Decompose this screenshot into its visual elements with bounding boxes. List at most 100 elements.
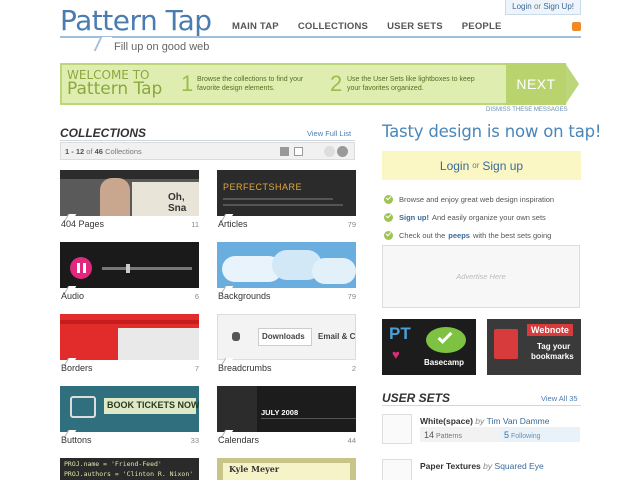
grid-view-icon[interactable] <box>280 147 289 156</box>
set-patterns-label: Patterns <box>435 433 463 440</box>
top-signup-link[interactable]: Sign Up! <box>543 2 574 11</box>
promo-webnote-title: Webnote <box>527 324 573 336</box>
card-count: 33 <box>190 436 199 445</box>
user-set-row[interactable]: White(space) by Tim Van Damme 14 Pattern… <box>382 414 581 454</box>
collection-thumb <box>217 242 356 288</box>
card-label[interactable]: Buttons <box>61 435 92 445</box>
thumb-text: PERFECTSHARE <box>223 182 303 192</box>
set-patterns: 14 Patterns <box>420 427 500 442</box>
step2-number: 2 <box>330 71 343 96</box>
bullet-pre-text: Check out the <box>399 231 446 240</box>
thumb-text: JULY 2008 <box>261 408 299 417</box>
collection-card[interactable]: Borders 7 <box>60 314 199 374</box>
collection-card[interactable]: Downloads Email & C Breadcrumbs 2 <box>217 314 356 374</box>
card-label[interactable]: Backgrounds <box>218 291 271 301</box>
collection-thumb: Kyle Meyer <box>217 458 356 480</box>
nav-people[interactable]: PEOPLE <box>462 21 502 32</box>
nav-main-tap[interactable]: MAIN TAP <box>232 21 279 32</box>
set-by: by <box>483 461 493 471</box>
collection-card[interactable]: Kyle Meyer <box>217 458 356 480</box>
card-label[interactable]: Audio <box>61 291 84 301</box>
card-label[interactable]: Articles <box>218 219 248 229</box>
card-count: 44 <box>347 436 356 445</box>
card-label[interactable]: Borders <box>61 363 93 373</box>
nav-collections[interactable]: COLLECTIONS <box>298 21 368 32</box>
pager-total-label: Collections <box>105 147 142 156</box>
set-title-line: Paper Textures by Squared Eye <box>420 461 544 471</box>
card-label[interactable]: Calendars <box>218 435 259 445</box>
set-patterns-count: 14 <box>424 430 435 440</box>
thumb-text: Kyle Meyer <box>229 464 280 474</box>
view-full-list-link[interactable]: View Full List <box>307 129 351 138</box>
nav-user-sets[interactable]: USER SETS <box>387 21 443 32</box>
card-count: 7 <box>194 364 199 373</box>
bullet-text: Browse and enjoy great web design inspir… <box>399 195 555 204</box>
card-count: 2 <box>351 364 356 373</box>
notebook-icon <box>494 329 518 359</box>
collection-card[interactable]: BOOK TICKETS NOW Buttons 33 <box>60 386 199 446</box>
set-author[interactable]: Tim Van Damme <box>487 416 550 426</box>
feature-bullet: Check out the peeps with the best sets g… <box>384 231 551 240</box>
apple-icon <box>232 332 240 341</box>
next-page-icon[interactable] <box>337 146 348 157</box>
collection-card[interactable]: Oh, Sna 404 Pages 11 <box>60 170 199 230</box>
set-title[interactable]: White(space) <box>420 416 473 426</box>
thumb-text: BOOK TICKETS NOW <box>107 400 199 410</box>
cart-icon <box>70 396 96 418</box>
welcome-line2: Pattern Tap <box>67 79 163 99</box>
card-label[interactable]: Breadcrumbs <box>218 363 272 373</box>
set-thumb <box>382 459 412 480</box>
collection-card[interactable]: Audio 6 <box>60 242 199 302</box>
dismiss-link[interactable]: DISMISS THESE MESSAGES <box>486 107 568 113</box>
set-title[interactable]: Paper Textures <box>420 461 481 471</box>
promo-pt-text: PT <box>389 324 411 343</box>
hero-heading: Tasty design is now on tap! <box>382 122 602 141</box>
view-all-sets-link[interactable]: View All 35 <box>541 394 578 403</box>
card-label[interactable]: 404 Pages <box>61 219 104 229</box>
webnote-promo[interactable]: Webnote Tag your bookmarks <box>487 319 581 375</box>
collection-thumb <box>60 242 199 288</box>
top-login-link[interactable]: Login <box>512 2 532 11</box>
feature-bullet: Browse and enjoy great web design inspir… <box>384 195 554 204</box>
prev-page-icon[interactable] <box>324 146 335 157</box>
heart-icon: ♥ <box>392 347 400 362</box>
set-author[interactable]: Squared Eye <box>495 461 544 471</box>
next-button[interactable]: NEXT <box>506 63 566 105</box>
sidebar-signup-link[interactable]: Sign up <box>482 159 523 173</box>
check-icon <box>384 195 393 204</box>
promo-basecamp-text: Basecamp <box>424 358 465 367</box>
card-count: 79 <box>347 292 356 301</box>
thumb-text-2: Email & C <box>318 332 356 341</box>
collection-card[interactable]: PROJ.name = 'Friend-Feed' PROJ.authors =… <box>60 458 199 480</box>
collection-card[interactable]: JULY 2008 Calendars 44 <box>217 386 356 446</box>
welcome-heading: WELCOME TO Pattern Tap <box>67 68 163 99</box>
list-view-icon[interactable] <box>294 147 303 156</box>
step2-text: Use the User Sets like lightboxes to kee… <box>347 76 475 92</box>
collection-thumb: Downloads Email & C <box>217 314 356 360</box>
sidebar-login-link[interactable]: Login <box>440 159 469 173</box>
promo-webnote-line1: Tag your <box>537 342 571 351</box>
check-icon <box>384 213 393 222</box>
set-following[interactable]: 5 Following <box>500 427 580 442</box>
logo-notch <box>93 37 113 51</box>
collection-thumb: JULY 2008 <box>217 386 356 432</box>
collection-card[interactable]: Backgrounds 79 <box>217 242 356 302</box>
collection-thumb: PROJ.name = 'Friend-Feed' PROJ.authors =… <box>60 458 199 480</box>
ad-placeholder[interactable]: Advertise Here <box>382 245 580 308</box>
pager-of: of <box>86 147 93 156</box>
user-set-row[interactable]: Paper Textures by Squared Eye <box>382 459 581 480</box>
basecamp-promo[interactable]: PT ♥ Basecamp <box>382 319 476 375</box>
pager-range: 1 - 12 <box>65 147 85 156</box>
tagline: Fill up on good web <box>114 41 210 53</box>
bullet-signup-link[interactable]: Sign up! <box>399 213 429 222</box>
user-sets-title: USER SETS <box>382 391 451 405</box>
code-line-2: PROJ.authors = 'Clinton R. Nixon' <box>64 470 194 478</box>
collection-card[interactable]: PERFECTSHARE Articles 79 <box>217 170 356 230</box>
collection-thumb: Oh, Sna <box>60 170 199 216</box>
rss-icon[interactable] <box>572 22 581 31</box>
logo[interactable]: Pattern Tap <box>60 4 212 37</box>
collection-thumb: PERFECTSHARE <box>217 170 356 216</box>
card-count: 6 <box>194 292 199 301</box>
bullet-peeps-link[interactable]: peeps <box>448 231 470 240</box>
thumb-text: Downloads <box>262 332 305 341</box>
